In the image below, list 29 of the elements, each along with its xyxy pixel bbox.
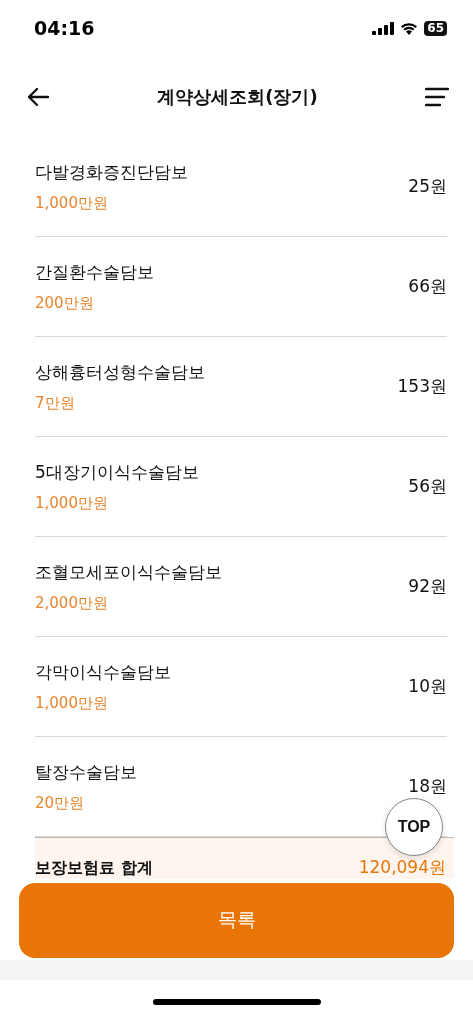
premium-amount: 25원	[408, 175, 447, 198]
premium-amount: 153원	[397, 375, 447, 398]
coverage-name: 간질환수술담보	[35, 260, 154, 284]
premium-amount: 92원	[408, 575, 447, 598]
coverage-amount: 200만원	[35, 293, 95, 313]
battery-indicator: 65	[424, 20, 447, 36]
signal-icon	[372, 21, 395, 35]
coverage-name: 각막이식수술담보	[35, 660, 171, 684]
status-time: 04:16	[34, 17, 95, 39]
coverage-name: 5대장기이식수술담보	[35, 460, 199, 484]
premium-amount: 10원	[408, 675, 447, 698]
coverage-amount: 1,000만원	[35, 493, 109, 513]
coverage-amount: 20만원	[35, 793, 86, 813]
wifi-icon	[400, 21, 419, 35]
premium-amount: 56원	[408, 475, 447, 498]
premium-amount: 18원	[408, 775, 447, 798]
total-label: 보장보험료 합계	[35, 858, 153, 879]
coverage-amount: 1,000만원	[35, 193, 109, 213]
total-value: 120,094원	[358, 856, 446, 879]
page-title: 계약상세조회(장기)	[157, 84, 318, 109]
coverage-name: 탈장수술담보	[35, 760, 137, 784]
premium-amount: 66원	[408, 275, 447, 298]
coverage-amount: 2,000만원	[35, 593, 109, 613]
coverage-amount: 7만원	[35, 393, 76, 413]
scroll-top-button[interactable]: TOP	[385, 798, 443, 856]
coverage-name: 다발경화증진단담보	[35, 160, 188, 184]
coverage-amount: 1,000만원	[35, 693, 109, 713]
coverage-name: 조혈모세포이식수술담보	[35, 560, 222, 584]
coverage-name: 상해흉터성형수술담보	[35, 360, 205, 384]
